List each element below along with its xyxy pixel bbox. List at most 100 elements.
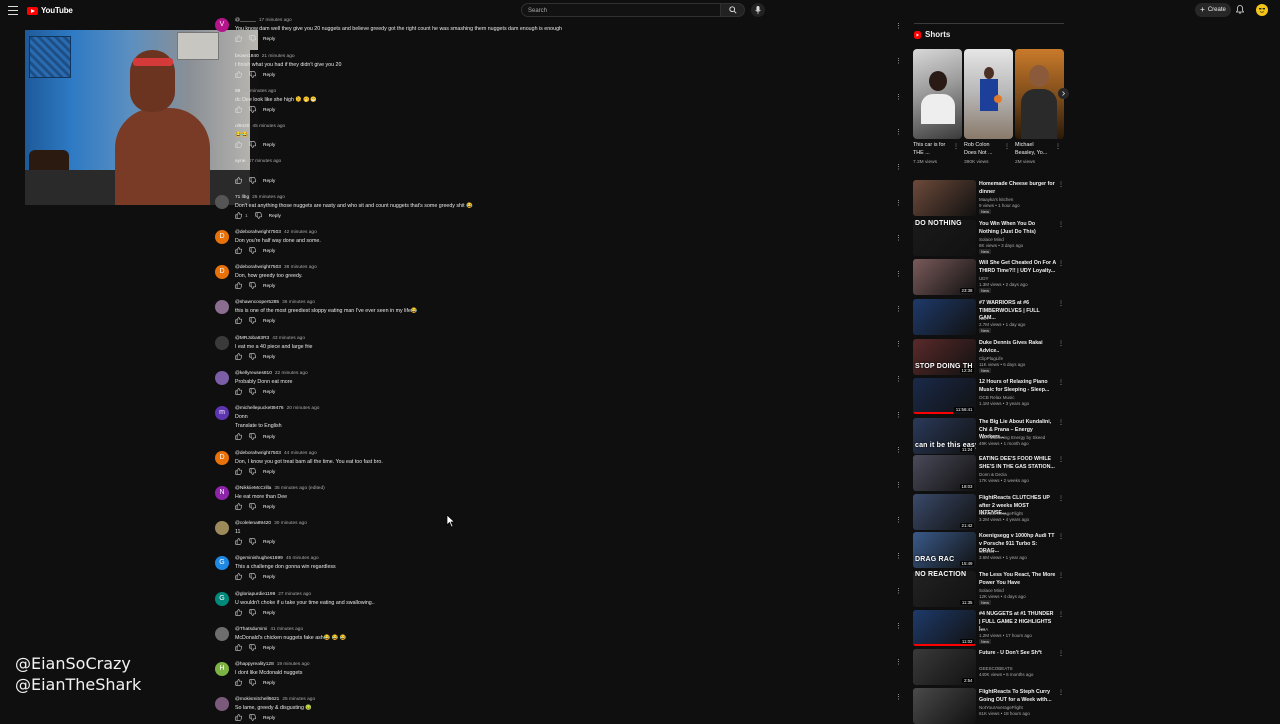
video-channel[interactable]: Solace Mind: [979, 237, 1004, 242]
thumbs-up-icon[interactable]: [235, 105, 243, 115]
comment-username[interactable]: @deborahwright7503: [235, 265, 281, 270]
comment-avatar[interactable]: D: [215, 451, 229, 465]
comment-avatar[interactable]: [215, 300, 229, 314]
comment-username[interactable]: @happyreality128: [235, 662, 274, 667]
comment-username[interactable]: @geminishughes1699: [235, 556, 283, 561]
comment-avatar[interactable]: [215, 371, 229, 385]
video-more-icon[interactable]: ⋮: [1058, 495, 1064, 502]
video-title[interactable]: #7 WARRIORS at #6 TIMBERWOLVES | FULL GA…: [979, 300, 1056, 323]
comment-time[interactable]: 44 minutes ago: [284, 451, 317, 456]
video-thumbnail[interactable]: DRAG RAC 15:49: [913, 532, 976, 568]
comment-more-icon[interactable]: ⋮: [895, 128, 902, 136]
comment-username[interactable]: @gloriapurdie1199: [235, 592, 275, 597]
thumbs-down-icon[interactable]: [249, 140, 257, 150]
thumbs-up-icon[interactable]: [235, 467, 243, 477]
thumbs-down-icon[interactable]: [249, 387, 257, 397]
thumbs-down-icon[interactable]: [249, 34, 257, 44]
thumbs-down-icon[interactable]: [249, 316, 257, 326]
comment-more-icon[interactable]: ⋮: [895, 305, 902, 313]
comment-more-icon[interactable]: ⋮: [895, 481, 902, 489]
comment-time[interactable]: 45 minutes ago: [252, 124, 285, 129]
thumbs-up-icon[interactable]: [235, 432, 243, 442]
comment-username[interactable]: @michellepuckett9476: [235, 406, 284, 411]
video-title[interactable]: 12 Hours of Relaxing Piano Music for Sle…: [979, 379, 1056, 394]
reply-button[interactable]: Reply: [263, 37, 275, 42]
comment-more-icon[interactable]: ⋮: [895, 375, 902, 383]
recommended-video[interactable]: 18:03 EATING DEE'S FOOD WHILE SHE'S IN T…: [913, 455, 1064, 491]
create-button[interactable]: + Create: [1195, 3, 1231, 17]
thumbs-down-icon[interactable]: [249, 432, 257, 442]
thumbs-up-icon[interactable]: [235, 140, 243, 150]
thumbs-up-icon[interactable]: [235, 572, 243, 582]
video-thumbnail[interactable]: [913, 180, 976, 216]
video-more-icon[interactable]: ⋮: [1058, 379, 1064, 386]
thumbs-down-icon[interactable]: [249, 502, 257, 512]
video-thumbnail[interactable]: 11:56:41: [913, 378, 976, 414]
comment-time[interactable]: 22 minutes ago: [275, 371, 308, 376]
comment-more-icon[interactable]: ⋮: [895, 22, 902, 30]
comment-time[interactable]: 35 minutes ago (edited): [274, 486, 324, 491]
comment-more-icon[interactable]: ⋮: [895, 234, 902, 242]
video-channel[interactable]: GEESCOBEATS: [979, 666, 1013, 671]
recommended-video[interactable]: 2:54 Future - U Don't See Sh*t GEESCOBEA…: [913, 649, 1064, 685]
comment-more-icon[interactable]: ⋮: [895, 199, 902, 207]
comment-time[interactable]: 27 minutes ago: [278, 592, 311, 597]
video-title[interactable]: Duke Dennis Gives Rakai Advice..: [979, 340, 1056, 355]
thumbs-down-icon[interactable]: [249, 608, 257, 618]
comment-avatar[interactable]: G: [215, 592, 229, 606]
video-title[interactable]: FlightReacts To Steph Curry Going OUT fo…: [979, 689, 1056, 704]
thumbs-up-icon[interactable]: [235, 608, 243, 618]
video-channel[interactable]: NotYourAverageFlight: [979, 705, 1023, 710]
reply-button[interactable]: Reply: [269, 214, 281, 219]
thumbs-up-icon[interactable]: [235, 713, 243, 723]
video-channel[interactable]: Maayka's kitchen: [979, 197, 1013, 202]
comment-more-icon[interactable]: ⋮: [895, 587, 902, 595]
comment-username[interactable]: @NikkiieMcCrilla: [235, 486, 271, 491]
thumbs-down-icon[interactable]: [249, 105, 257, 115]
comment-time[interactable]: 29 minutes ago: [243, 89, 276, 94]
video-more-icon[interactable]: ⋮: [1058, 533, 1064, 540]
comment-time[interactable]: 17 minutes ago: [259, 18, 292, 23]
comment-username[interactable]: ol9420: [235, 124, 249, 129]
reply-button[interactable]: Reply: [263, 575, 275, 580]
comment-more-icon[interactable]: ⋮: [895, 658, 902, 666]
thumbs-up-icon[interactable]: [235, 352, 243, 362]
thumbs-up-icon[interactable]: [235, 502, 243, 512]
video-title[interactable]: #4 NUGGETS at #1 THUNDER | FULL GAME 2 H…: [979, 611, 1056, 634]
video-thumbnail[interactable]: 2:54: [913, 649, 976, 685]
comment-avatar[interactable]: [215, 336, 229, 350]
recommended-video[interactable]: 11:56:41 12 Hours of Relaxing Piano Musi…: [913, 378, 1064, 414]
comment-username[interactable]: @mokismitchell6621: [235, 697, 279, 702]
comment-avatar[interactable]: [215, 697, 229, 711]
reply-button[interactable]: Reply: [263, 143, 275, 148]
comment-username[interactable]: ayne: [235, 159, 245, 164]
video-thumbnail[interactable]: [913, 299, 976, 335]
thumbs-down-icon[interactable]: [249, 537, 257, 547]
thumbs-down-icon[interactable]: [249, 713, 257, 723]
video-title[interactable]: You Win When You Do Nothing (Just Do Thi…: [979, 221, 1056, 236]
thumbs-up-icon[interactable]: [235, 281, 243, 291]
comment-more-icon[interactable]: ⋮: [895, 163, 902, 171]
thumbs-up-icon[interactable]: [235, 211, 243, 221]
recommended-video[interactable]: Homemade Cheese burger for dinner Maayka…: [913, 180, 1064, 216]
comment-time[interactable]: 30 minutes ago: [274, 521, 307, 526]
reply-button[interactable]: Reply: [263, 179, 275, 184]
video-thumbnail[interactable]: STOP DOING TH 12:34: [913, 339, 976, 375]
video-title[interactable]: The Less You React, The More Power You H…: [979, 572, 1056, 587]
video-title[interactable]: Will She Get Cheated On For A THIRD Time…: [979, 260, 1056, 275]
recommended-video[interactable]: can it be this easy? 11:24 The Big Lie A…: [913, 418, 1064, 454]
comment-time[interactable]: 36 minutes ago: [282, 300, 315, 305]
comment-time[interactable]: 41 minutes ago: [270, 627, 303, 632]
video-thumbnail[interactable]: can it be this easy? 11:24: [913, 418, 976, 454]
comment-more-icon[interactable]: ⋮: [895, 622, 902, 630]
video-channel[interactable]: NBA: [979, 627, 988, 632]
thumbs-up-icon[interactable]: [235, 246, 243, 256]
comment-avatar[interactable]: G: [215, 556, 229, 570]
video-thumbnail[interactable]: 21:42: [913, 494, 976, 530]
comment-username[interactable]: @deborahwright7503: [235, 230, 281, 235]
short-more-icon[interactable]: ⋮: [1004, 143, 1010, 150]
thumbs-down-icon[interactable]: [249, 643, 257, 653]
video-more-icon[interactable]: ⋮: [1058, 650, 1064, 657]
video-channel[interactable]: NBA: [979, 316, 988, 321]
video-thumbnail[interactable]: [913, 688, 976, 724]
